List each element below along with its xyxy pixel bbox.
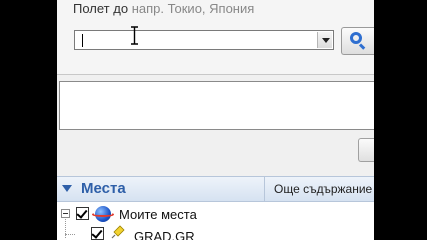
globe-orbit	[92, 212, 114, 217]
fly-to-section: Полет до напр. Токио, Япония	[57, 0, 374, 74]
yellow-pushpin-icon	[111, 225, 125, 239]
places-tree: Моите места GRAD.GR	[57, 202, 374, 240]
google-earth-sidebar: Полет до напр. Токио, Япония Места Още с…	[57, 0, 374, 240]
fly-to-input[interactable]	[74, 30, 334, 50]
fly-to-history-dropdown[interactable]	[317, 32, 332, 48]
fly-to-label: Полет до напр. Токио, Япония	[73, 1, 254, 16]
tree-item-label[interactable]: GRAD.GR	[134, 229, 195, 240]
magnifier-icon	[350, 32, 362, 44]
triangle-down-icon[interactable]	[62, 185, 72, 192]
section-divider	[57, 74, 374, 75]
tree-item-label[interactable]: Моите места	[119, 207, 197, 222]
magnifier-handle	[358, 43, 366, 50]
my-places-checkbox[interactable]	[76, 207, 89, 220]
panel-button[interactable]	[358, 138, 374, 162]
places-title: Места	[81, 180, 126, 197]
checkmark-icon	[76, 207, 88, 219]
chevron-down-icon	[322, 38, 330, 43]
fly-to-hint: напр. Токио, Япония	[131, 1, 255, 16]
collapse-toggle[interactable]	[61, 209, 70, 218]
placemark-checkbox[interactable]	[91, 227, 104, 240]
checkmark-icon	[91, 227, 103, 239]
tree-row-my-places[interactable]: Моите места	[57, 204, 374, 224]
search-results-box[interactable]	[59, 81, 374, 130]
search-button[interactable]	[341, 27, 374, 55]
more-content-link[interactable]: Още съдържание	[274, 182, 372, 196]
earth-globe-icon	[92, 206, 114, 222]
header-divider	[264, 177, 265, 201]
places-header[interactable]: Места Още съдържание	[57, 176, 374, 202]
tree-row-placemark[interactable]: GRAD.GR	[57, 224, 374, 240]
text-caret	[82, 34, 83, 47]
screen: Полет до напр. Токио, Япония Места Още с…	[0, 0, 427, 240]
fly-to-title: Полет до	[73, 1, 129, 16]
ibeam-cursor-icon	[131, 26, 138, 45]
